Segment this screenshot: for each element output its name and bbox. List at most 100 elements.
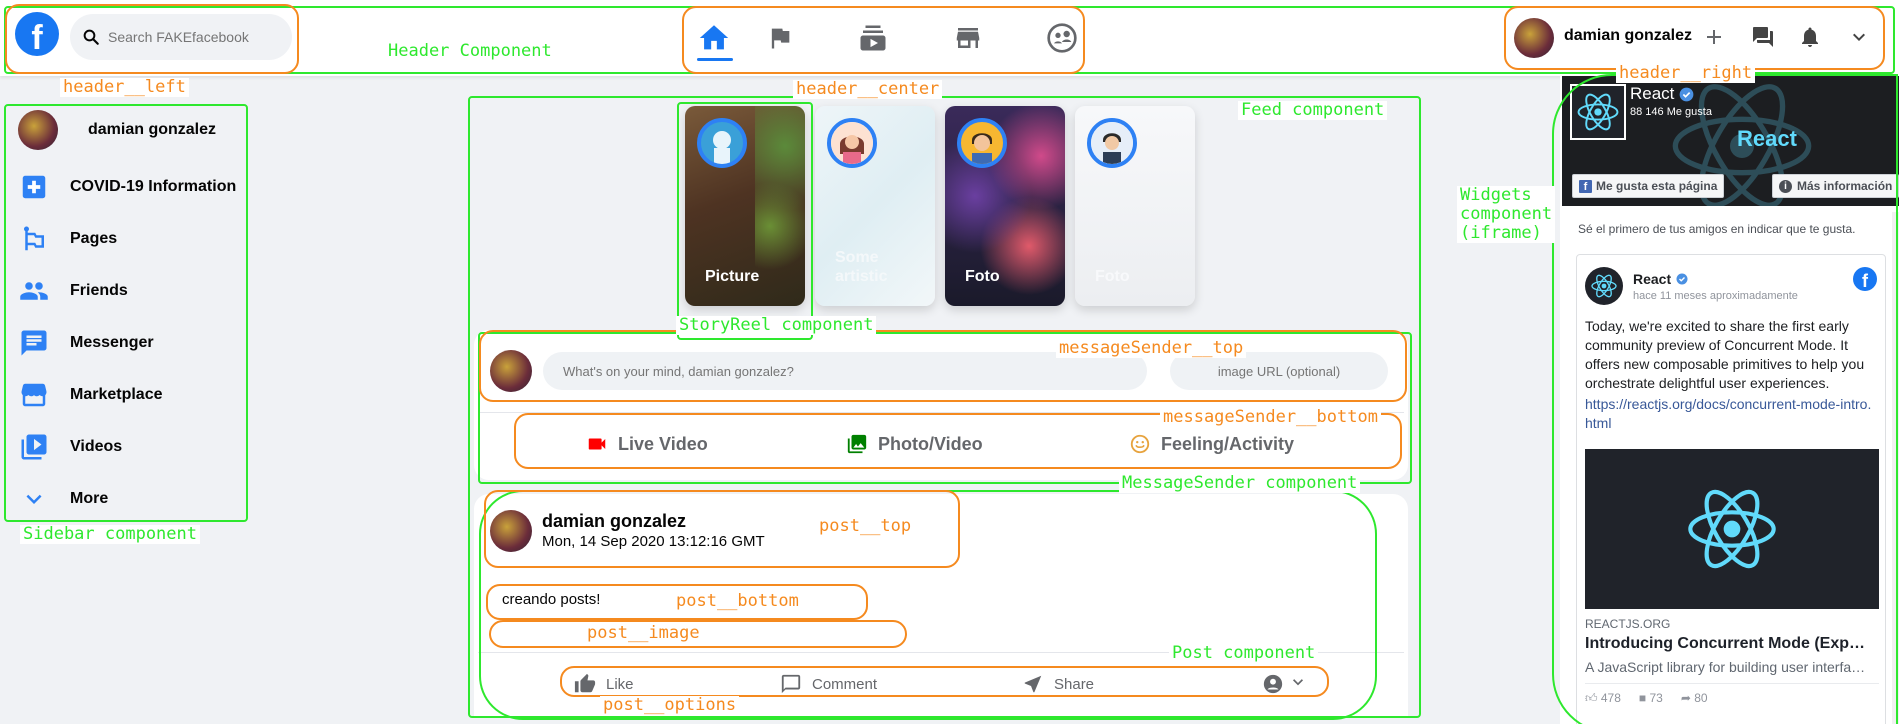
widget-post-card: React hace 11 meses aproximadamente f To…	[1576, 254, 1886, 724]
home-icon[interactable]	[694, 18, 734, 58]
story-title: Some artistic	[835, 249, 888, 285]
annotation-post-component: Post component	[1169, 644, 1319, 663]
sidebar-item-marketplace[interactable]: Marketplace	[18, 375, 163, 415]
annotation-message-sender-component: MessageSender component	[1119, 474, 1361, 493]
storefront-icon	[18, 379, 50, 411]
widget-cover-title: React	[1737, 126, 1797, 151]
more-info-button[interactable]: i Más información	[1772, 174, 1899, 198]
avatar	[490, 350, 532, 392]
annotation-header-right: header__right	[1616, 64, 1756, 83]
share-button[interactable]: Share	[1022, 672, 1094, 696]
comment-button[interactable]: Comment	[780, 672, 877, 696]
notifications-active-icon[interactable]	[1793, 20, 1827, 54]
account-options-button[interactable]	[1262, 672, 1308, 696]
facebook-icon[interactable]: f	[1853, 267, 1877, 291]
header-user-name: damian gonzalez	[1564, 27, 1693, 44]
story-avatar	[827, 118, 877, 168]
sidebar-item-label: More	[70, 490, 109, 507]
story-card[interactable]: Picture	[685, 106, 805, 306]
sidebar-user-name: damian gonzalez	[88, 121, 217, 138]
comments-count[interactable]: ■ 73	[1639, 691, 1663, 706]
story-card[interactable]: Some artistic	[815, 106, 935, 306]
like-page-label: Me gusta esta página	[1596, 179, 1718, 193]
story-card[interactable]: Foto	[945, 106, 1065, 306]
active-tab-indicator	[697, 58, 733, 61]
chat-icon	[18, 327, 50, 359]
story-avatar	[957, 118, 1007, 168]
supervised-user-icon[interactable]	[1042, 18, 1082, 58]
photo-video-option[interactable]: Photo/Video	[846, 422, 983, 466]
chat-bubble-outline-icon	[780, 673, 802, 695]
widget-page-avatar[interactable]	[1570, 84, 1626, 140]
verified-icon	[1676, 273, 1688, 285]
sidebar-row-user[interactable]: damian gonzalez	[18, 110, 216, 150]
add-icon[interactable]	[1697, 20, 1731, 54]
story-title: Picture	[705, 268, 760, 285]
storefront-icon[interactable]	[948, 18, 988, 58]
sidebar-item-more[interactable]: More	[18, 479, 108, 519]
story-avatar	[1087, 118, 1137, 168]
avatar[interactable]	[490, 510, 532, 552]
more-info-label: Más información	[1797, 179, 1893, 193]
option-label: Feeling/Activity	[1161, 433, 1295, 454]
flag-icon[interactable]	[760, 18, 800, 58]
subscriptions-icon[interactable]	[853, 18, 893, 58]
search-icon	[83, 29, 99, 45]
annotation-feed-component: Feed component	[1238, 101, 1388, 120]
story-title: Foto	[1095, 268, 1130, 285]
annotation-post-image: post__image	[584, 624, 703, 643]
widget-post-domain: REACTJS.ORG	[1585, 617, 1671, 631]
option-label: Share	[1054, 675, 1095, 693]
widget-iframe: React React 88 146 Me gusta f Me gusta e…	[1560, 76, 1899, 724]
shares-count[interactable]: ➦ 80	[1681, 691, 1708, 706]
people-icon	[18, 275, 50, 307]
scrollbar[interactable]	[1892, 212, 1899, 724]
widget-post-image[interactable]	[1585, 449, 1879, 609]
reactions-value: 478	[1600, 691, 1621, 705]
verified-icon	[1680, 87, 1694, 101]
widget-post-headline[interactable]: Introducing Concurrent Mode (Exp…	[1585, 635, 1879, 653]
like-button[interactable]: Like	[574, 672, 634, 696]
sidebar-item-label: Friends	[70, 282, 128, 299]
widget-page-name-row[interactable]: React	[1630, 84, 1694, 104]
annotation-post-top: post__top	[816, 517, 915, 536]
annotation-header-center: header__center	[793, 80, 943, 99]
annotation-message-sender-top: messageSender__top	[1056, 339, 1247, 358]
videocam-icon	[586, 433, 608, 455]
facebook-logo[interactable]: f	[15, 12, 59, 56]
widget-post-author: React	[1633, 271, 1672, 287]
sidebar-item-covid[interactable]: COVID-19 Information	[18, 167, 236, 207]
comments-value: 73	[1649, 691, 1663, 705]
expand-more-icon	[1288, 672, 1308, 696]
forum-icon[interactable]	[1746, 20, 1780, 54]
annotation-header-component: Header Component	[385, 42, 555, 61]
sidebar-item-friends[interactable]: Friends	[18, 271, 128, 311]
expand-more-icon[interactable]	[1842, 20, 1876, 54]
feeling-activity-option[interactable]: Feeling/Activity	[1129, 422, 1294, 466]
post-username: damian gonzalez	[542, 511, 687, 531]
sidebar-item-messenger[interactable]: Messenger	[18, 323, 154, 363]
live-video-option[interactable]: Live Video	[586, 422, 708, 466]
sidebar-item-pages[interactable]: Pages	[18, 219, 117, 259]
widget-post-text: Today, we're excited to share the first …	[1585, 318, 1865, 391]
widget-post-description: A JavaScript library for building user i…	[1585, 659, 1866, 675]
thumb-up-icon	[574, 673, 596, 695]
widget-post-link[interactable]: https://reactjs.org/docs/concurrent-mode…	[1585, 395, 1875, 433]
insert-emoticon-icon	[1129, 433, 1151, 455]
widget-likes: 88 146 Me gusta	[1630, 106, 1712, 118]
annotation-sidebar-component: Sidebar component	[20, 525, 200, 544]
story-card[interactable]: Foto	[1075, 106, 1195, 306]
sidebar-item-label: Pages	[70, 230, 118, 247]
avatar[interactable]	[1514, 18, 1554, 58]
sidebar-item-label: Videos	[70, 438, 123, 455]
sidebar-item-videos[interactable]: Videos	[18, 427, 122, 467]
widget-post-author-row[interactable]: React	[1633, 271, 1688, 287]
annotation-post-bottom: post__bottom	[673, 592, 802, 611]
header: f damian gonzalez	[0, 0, 1899, 76]
reactions-count[interactable]: 👍︎ 478	[1585, 691, 1621, 706]
widget-post-avatar[interactable]	[1585, 267, 1623, 305]
search-bar[interactable]	[70, 14, 292, 60]
local-hospital-icon	[18, 171, 50, 203]
search-input[interactable]	[108, 29, 278, 45]
like-page-button[interactable]: f Me gusta esta página	[1572, 174, 1725, 198]
